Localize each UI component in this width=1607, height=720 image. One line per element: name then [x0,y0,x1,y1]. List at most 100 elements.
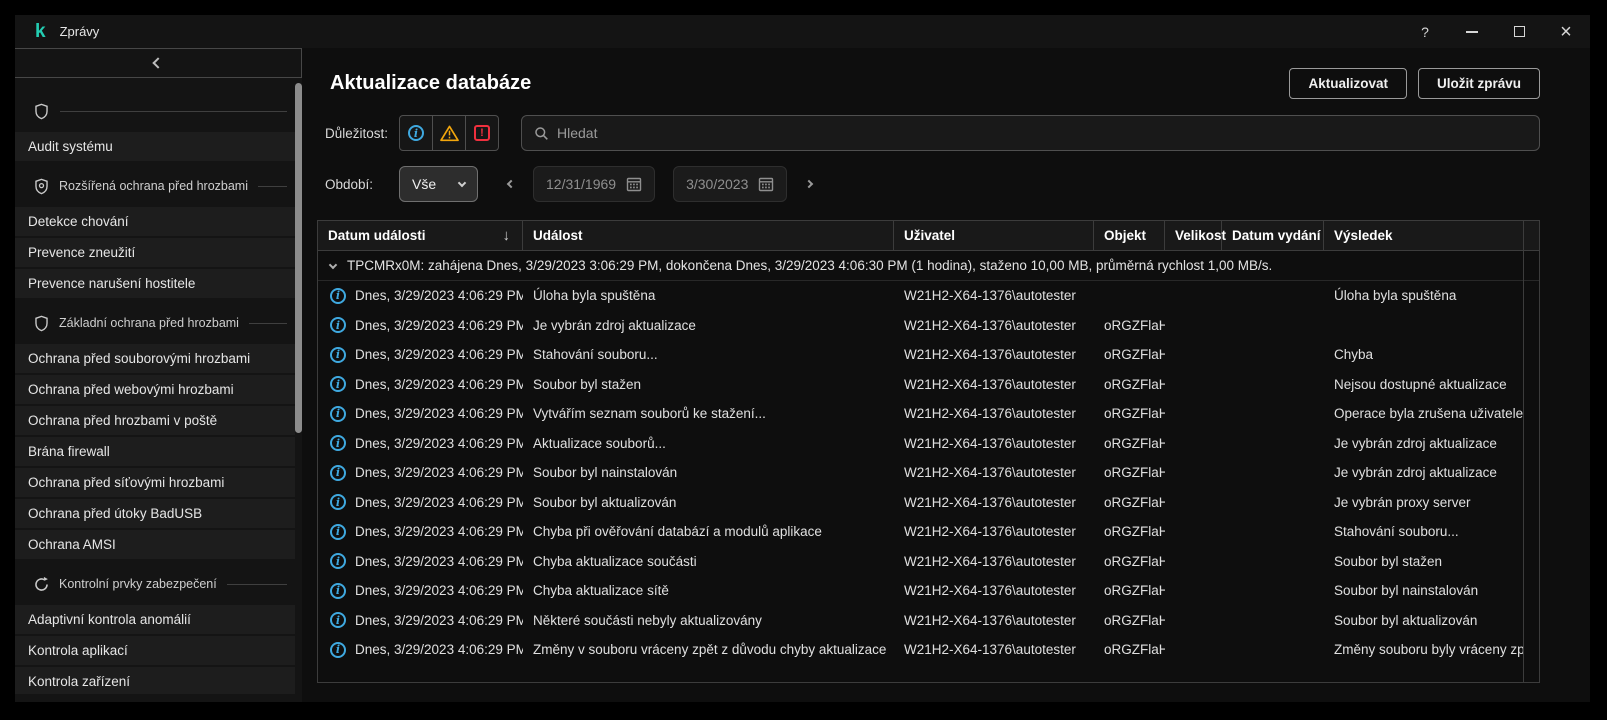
column-header-issued[interactable]: Datum vydání [1222,221,1324,250]
minimize-button[interactable] [1462,20,1482,44]
table-row[interactable]: Dnes, 3/29/2023 4:06:29 PM Úloha byla sp… [318,281,1539,311]
event-name: Stahování souboru... [523,340,894,370]
app-window: k Zprávy ? × Audit systémuRozšířená ochr… [15,15,1590,702]
event-result: Chyba [1324,340,1523,370]
chevron-left-icon [152,57,163,68]
sidebar-item[interactable]: Prevence narušení hostitele [15,269,295,298]
help-button[interactable]: ? [1415,20,1435,44]
sidebar-item[interactable]: Ochrana před souborovými hrozbami [15,344,295,373]
event-result: Soubor byl aktualizován [1324,606,1523,636]
event-object: oRGZFlaH [1094,635,1165,665]
event-date: Dnes, 3/29/2023 4:06:29 PM [355,347,523,362]
table-row[interactable]: Dnes, 3/29/2023 4:06:29 PM Soubor byl st… [318,370,1539,400]
event-issued [1222,606,1324,636]
task-group-row[interactable]: TPCMRx0M: zahájena Dnes, 3/29/2023 3:06:… [318,251,1539,281]
sidebar-item[interactable]: Prevence zneužití [15,238,295,267]
save-report-button[interactable]: Uložit zprávu [1418,68,1540,99]
event-user: W21H2-X64-1376\autotester [894,340,1094,370]
date-from-field[interactable]: 12/31/1969 [533,166,655,202]
sidebar-section-header: Kontrolní prvky zabezpečení [15,569,295,599]
event-name: Soubor byl nainstalován [523,458,894,488]
table-row[interactable]: Dnes, 3/29/2023 4:06:29 PM Stahování sou… [318,340,1539,370]
warning-icon [440,125,459,142]
table-row[interactable]: Dnes, 3/29/2023 4:06:29 PM Aktualizace s… [318,429,1539,459]
table-row[interactable]: Dnes, 3/29/2023 4:06:29 PM Vytvářím sezn… [318,399,1539,429]
event-issued [1222,547,1324,577]
column-header-date[interactable]: Datum události ↓ [318,221,523,250]
event-object: oRGZFlaH [1094,458,1165,488]
event-result: Změny souboru byly vráceny zpět [1324,635,1523,665]
event-date: Dnes, 3/29/2023 4:06:29 PM [355,288,523,303]
chevron-right-icon [805,180,813,188]
search-box[interactable] [521,115,1540,151]
event-result: Operace byla zrušena uživatelem [1324,399,1523,429]
sidebar-item[interactable]: Kontrola aplikací [15,636,295,665]
info-icon [330,465,346,481]
period-next-button[interactable] [796,181,822,187]
search-input[interactable] [557,125,1527,141]
table-row[interactable]: Dnes, 3/29/2023 4:06:29 PM Chyba aktuali… [318,547,1539,577]
event-object: oRGZFlaH [1094,606,1165,636]
info-icon [330,494,346,510]
table-row[interactable]: Dnes, 3/29/2023 4:06:29 PM Je vybrán zdr… [318,311,1539,341]
info-icon [330,288,346,304]
event-user: W21H2-X64-1376\autotester [894,635,1094,665]
maximize-icon [1514,26,1525,37]
event-size [1165,429,1222,459]
table-row[interactable]: Dnes, 3/29/2023 4:06:29 PM Chyba aktuali… [318,576,1539,606]
column-header-user[interactable]: Uživatel [894,221,1094,250]
table-row[interactable]: Dnes, 3/29/2023 4:06:29 PM Soubor byl ak… [318,488,1539,518]
severity-critical-button[interactable] [465,115,499,151]
column-header-size[interactable]: Velikost [1165,221,1222,250]
column-header-event[interactable]: Událost [523,221,894,250]
update-button[interactable]: Aktualizovat [1289,68,1407,99]
sidebar-section-label: Rozšířená ochrana před hrozbami [59,179,248,193]
event-result: Úloha byla spuštěna [1324,281,1523,311]
sidebar-item[interactable]: Detekce chování [15,207,295,236]
event-issued [1222,488,1324,518]
event-name: Některé součásti nebyly aktualizovány [523,606,894,636]
severity-label: Důležitost: [325,126,399,141]
sidebar-item[interactable]: Ochrana před webovými hrozbami [15,375,295,404]
severity-info-button[interactable] [399,115,433,151]
sidebar-collapse-button[interactable] [15,48,302,78]
event-user: W21H2-X64-1376\autotester [894,576,1094,606]
maximize-button[interactable] [1509,20,1529,44]
table-row[interactable]: Dnes, 3/29/2023 4:06:29 PM Některé součá… [318,606,1539,636]
sidebar-item[interactable]: Adaptivní kontrola anomálií [15,605,295,634]
date-to-field[interactable]: 3/30/2023 [673,166,787,202]
event-result: Nejsou dostupné aktualizace [1324,370,1523,400]
event-date: Dnes, 3/29/2023 4:06:29 PM [355,642,523,657]
sidebar-item[interactable]: Ochrana před síťovými hrozbami [15,468,295,497]
event-user: W21H2-X64-1376\autotester [894,488,1094,518]
table-row[interactable]: Dnes, 3/29/2023 4:06:29 PM Změny v soubo… [318,635,1539,665]
sidebar-item[interactable]: Ochrana před hrozbami v poště [15,406,295,435]
event-size [1165,517,1222,547]
table-row[interactable]: Dnes, 3/29/2023 4:06:29 PM Chyba při ově… [318,517,1539,547]
sort-descending-icon: ↓ [503,227,511,244]
table-gutter-divider [1523,221,1524,682]
minimize-icon [1466,31,1478,33]
window-controls: ? × [1388,20,1576,44]
sidebar-item[interactable]: Brána firewall [15,437,295,466]
sidebar-item[interactable]: Audit systému [15,132,295,161]
event-user: W21H2-X64-1376\autotester [894,517,1094,547]
column-header-object[interactable]: Objekt [1094,221,1165,250]
event-name: Je vybrán zdroj aktualizace [523,311,894,341]
event-user: W21H2-X64-1376\autotester [894,311,1094,341]
event-size [1165,370,1222,400]
table-row[interactable]: Dnes, 3/29/2023 4:06:29 PM Soubor byl na… [318,458,1539,488]
event-name: Aktualizace souborů... [523,429,894,459]
sidebar-item[interactable]: Ochrana před útoky BadUSB [15,499,295,528]
period-prev-button[interactable] [498,181,524,187]
chevron-left-icon [507,180,515,188]
close-button[interactable]: × [1556,20,1576,44]
column-header-result[interactable]: Výsledek [1324,221,1523,250]
info-icon [330,642,346,658]
severity-warning-button[interactable] [432,115,466,151]
period-select[interactable]: Vše [399,166,478,202]
sidebar-scrollbar[interactable] [295,83,302,433]
sidebar-item[interactable]: Ochrana AMSI [15,530,295,559]
sidebar-item[interactable]: Kontrola zařízení [15,667,295,694]
events-table: Datum události ↓ Událost Uživatel Objekt… [317,220,1540,683]
